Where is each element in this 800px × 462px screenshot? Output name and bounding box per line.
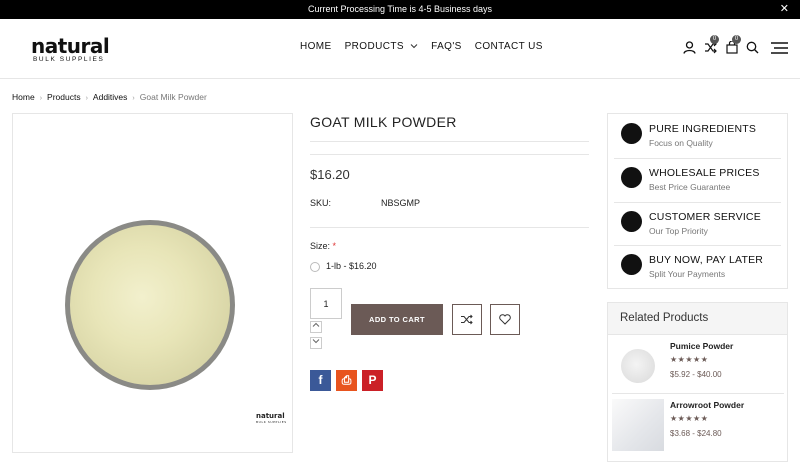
- quantity-input[interactable]: 1: [310, 288, 342, 319]
- feature-subtitle: Our Top Priority: [649, 226, 708, 236]
- powder-surface: [70, 225, 230, 385]
- feature-customer-service: CUSTOMER SERVICE Our Top Priority: [621, 202, 781, 246]
- breadcrumb-category[interactable]: Additives: [93, 92, 128, 102]
- compare-button[interactable]: [452, 304, 482, 335]
- breadcrumb-home[interactable]: Home: [12, 92, 35, 102]
- watermark-subtext: BULK SUPPLIES: [256, 420, 287, 424]
- nav-products-label: PRODUCTS: [344, 41, 404, 52]
- logo-subtext: BULK SUPPLIES: [33, 56, 105, 63]
- payment-icon: [621, 254, 642, 275]
- site-header: natural BULK SUPPLIES HOME PRODUCTS FAQ'…: [0, 19, 800, 79]
- related-products-panel: Related Products Pumice Powder ★★★★★ $5.…: [607, 302, 788, 462]
- add-to-cart-button[interactable]: ADD TO CART: [351, 304, 443, 335]
- divider: [310, 154, 589, 155]
- cart-count-badge: 0: [732, 35, 741, 44]
- quantity-increase-button[interactable]: [310, 321, 322, 333]
- size-option-radio[interactable]: [310, 262, 320, 272]
- breadcrumb-current: Goat Milk Powder: [139, 92, 207, 102]
- facebook-share-icon[interactable]: f: [310, 370, 331, 391]
- close-icon[interactable]: ✕: [780, 0, 789, 19]
- related-product-image[interactable]: [612, 399, 664, 451]
- breadcrumb-separator-icon: ›: [39, 95, 43, 102]
- features-box: PURE INGREDIENTS Focus on Quality WHOLES…: [607, 113, 788, 289]
- logo-text: natural: [31, 34, 110, 58]
- chevron-up-icon: [312, 322, 320, 327]
- divider: [310, 227, 589, 228]
- cart-icon: [621, 167, 642, 188]
- feature-buy-now-pay-later: BUY NOW, PAY LATER Split Your Payments: [621, 245, 781, 289]
- announcement-text: Current Processing Time is 4-5 Business …: [307, 4, 493, 14]
- related-product-name[interactable]: Pumice Powder: [670, 341, 733, 351]
- shuffle-icon: [461, 314, 473, 325]
- product-image-frame[interactable]: natural BULK SUPPLIES: [12, 113, 293, 453]
- breadcrumb-separator-icon: ›: [85, 95, 88, 102]
- pinterest-share-icon[interactable]: P: [362, 370, 383, 391]
- related-product-item[interactable]: Arrowroot Powder ★★★★★ $3.68 - $24.80: [608, 399, 787, 455]
- image-watermark: natural BULK SUPPLIES: [256, 412, 287, 424]
- related-product-name[interactable]: Arrowroot Powder: [670, 400, 744, 410]
- quality-icon: [621, 123, 642, 144]
- related-product-image[interactable]: [612, 340, 664, 392]
- wishlist-button[interactable]: [490, 304, 520, 335]
- compare-count-badge: 0: [710, 35, 719, 44]
- quantity-decrease-button[interactable]: [310, 337, 322, 349]
- feature-title: WHOLESALE PRICES: [649, 167, 760, 179]
- header-icons: 0 0: [683, 35, 793, 57]
- product-image: [65, 220, 235, 390]
- sku-label: SKU:: [310, 198, 332, 208]
- nav-contact[interactable]: CONTACT US: [475, 41, 543, 52]
- divider: [612, 393, 784, 394]
- main-nav: HOME PRODUCTS FAQ'S CONTACT US: [300, 41, 543, 52]
- feature-title: BUY NOW, PAY LATER: [649, 254, 764, 266]
- feature-subtitle: Best Price Guarantee: [649, 182, 731, 192]
- size-label: Size: *: [310, 241, 336, 251]
- product-price: $16.20: [310, 167, 350, 182]
- feature-pure-ingredients: PURE INGREDIENTS Focus on Quality: [621, 114, 781, 158]
- feature-subtitle: Split Your Payments: [649, 269, 726, 279]
- nav-products[interactable]: PRODUCTS: [345, 41, 419, 52]
- size-label-text: Size:: [310, 241, 331, 251]
- watermark-text: natural: [256, 412, 285, 420]
- related-product-price: $5.92 - $40.00: [670, 370, 722, 379]
- chevron-down-icon: [410, 44, 418, 49]
- rating-stars: ★★★★★: [670, 355, 709, 364]
- chevron-down-icon: [312, 339, 320, 344]
- sku-value: NBSGMP: [381, 198, 421, 208]
- heart-icon: [499, 314, 511, 325]
- user-icon[interactable]: [683, 41, 696, 54]
- feature-subtitle: Focus on Quality: [649, 138, 713, 148]
- announcement-bar: Current Processing Time is 4-5 Business …: [0, 0, 800, 19]
- support-icon: [621, 211, 642, 232]
- breadcrumb-separator-icon: ›: [132, 95, 135, 102]
- divider: [310, 141, 589, 142]
- product-title: GOAT MILK POWDER: [310, 114, 457, 130]
- related-product-price: $3.68 - $24.80: [670, 429, 722, 438]
- pumice-dish: [621, 349, 655, 383]
- related-products-heading: Related Products: [608, 303, 787, 335]
- size-option-label[interactable]: 1-lb - $16.20: [326, 261, 377, 271]
- print-icon[interactable]: ⎙: [336, 370, 357, 391]
- feature-title: PURE INGREDIENTS: [649, 123, 757, 135]
- required-marker: *: [332, 241, 337, 251]
- feature-wholesale-prices: WHOLESALE PRICES Best Price Guarantee: [621, 158, 781, 202]
- rating-stars: ★★★★★: [670, 414, 709, 423]
- hamburger-menu-icon[interactable]: [771, 42, 788, 54]
- feature-title: CUSTOMER SERVICE: [649, 211, 761, 223]
- nav-faqs[interactable]: FAQ'S: [431, 41, 462, 52]
- site-logo[interactable]: natural BULK SUPPLIES: [31, 34, 110, 63]
- breadcrumb: Home › Products › Additives › Goat Milk Powder: [12, 92, 207, 102]
- nav-home[interactable]: HOME: [300, 41, 332, 52]
- breadcrumb-products[interactable]: Products: [47, 92, 81, 102]
- related-product-item[interactable]: Pumice Powder ★★★★★ $5.92 - $40.00: [608, 340, 787, 396]
- search-icon[interactable]: [746, 41, 759, 54]
